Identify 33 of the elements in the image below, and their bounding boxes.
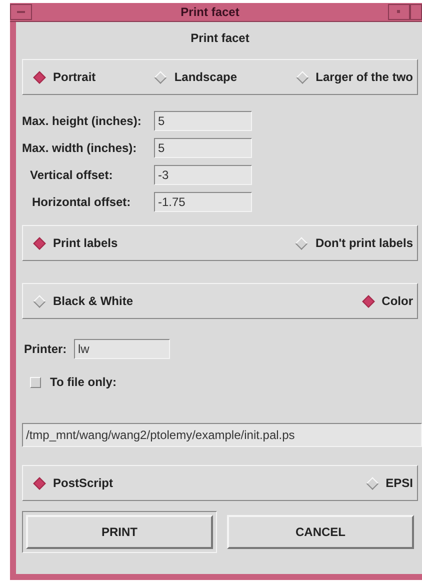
field-label: Max. width (inches): [22, 140, 138, 154]
dialog-button[interactable]: PRINT [22, 511, 217, 553]
input-field[interactable]: -1.75 [154, 192, 252, 212]
minus-icon [17, 10, 25, 14]
window-menu-button[interactable] [10, 4, 32, 20]
checkbox-option[interactable]: To file only: [22, 367, 418, 397]
radio-option[interactable]: Larger of the two [298, 70, 413, 84]
field-label: Max. height (inches): [22, 114, 142, 128]
dialog-heading: Print facet [190, 30, 250, 47]
maximize-button[interactable] [410, 4, 422, 20]
radio-option[interactable]: PostScript [35, 476, 114, 490]
field-label: Vertical offset: [29, 168, 114, 182]
radio-option[interactable]: Don't print labels [297, 236, 413, 250]
selected-radio-icon [33, 476, 46, 490]
selected-radio-icon [33, 236, 46, 250]
file-path-field[interactable]: /tmp_mnt/wang/wang2/ptolemy/example/init.pal.ps [22, 423, 422, 447]
radio-option[interactable]: EPSI [368, 476, 413, 490]
radio-icon [33, 294, 46, 308]
field-label: Horizontal offset: [31, 194, 132, 208]
radio-option[interactable]: Portrait [35, 70, 96, 84]
radio-option[interactable]: Black & White [35, 294, 134, 308]
radio-option[interactable]: Color [364, 294, 413, 308]
input-field[interactable]: 5 [154, 110, 252, 130]
radio-option[interactable]: Print labels [35, 236, 118, 250]
window-title: Print facet [180, 5, 240, 19]
field-label: Printer: [23, 342, 68, 356]
checkbox-icon [30, 376, 41, 388]
selected-radio-icon [33, 70, 46, 84]
input-field[interactable]: -3 [154, 164, 252, 184]
radio-option[interactable]: Landscape [156, 70, 238, 84]
printer-field[interactable]: lw [74, 339, 170, 359]
minimize-button[interactable] [388, 4, 410, 20]
input-field[interactable]: 5 [154, 138, 252, 158]
